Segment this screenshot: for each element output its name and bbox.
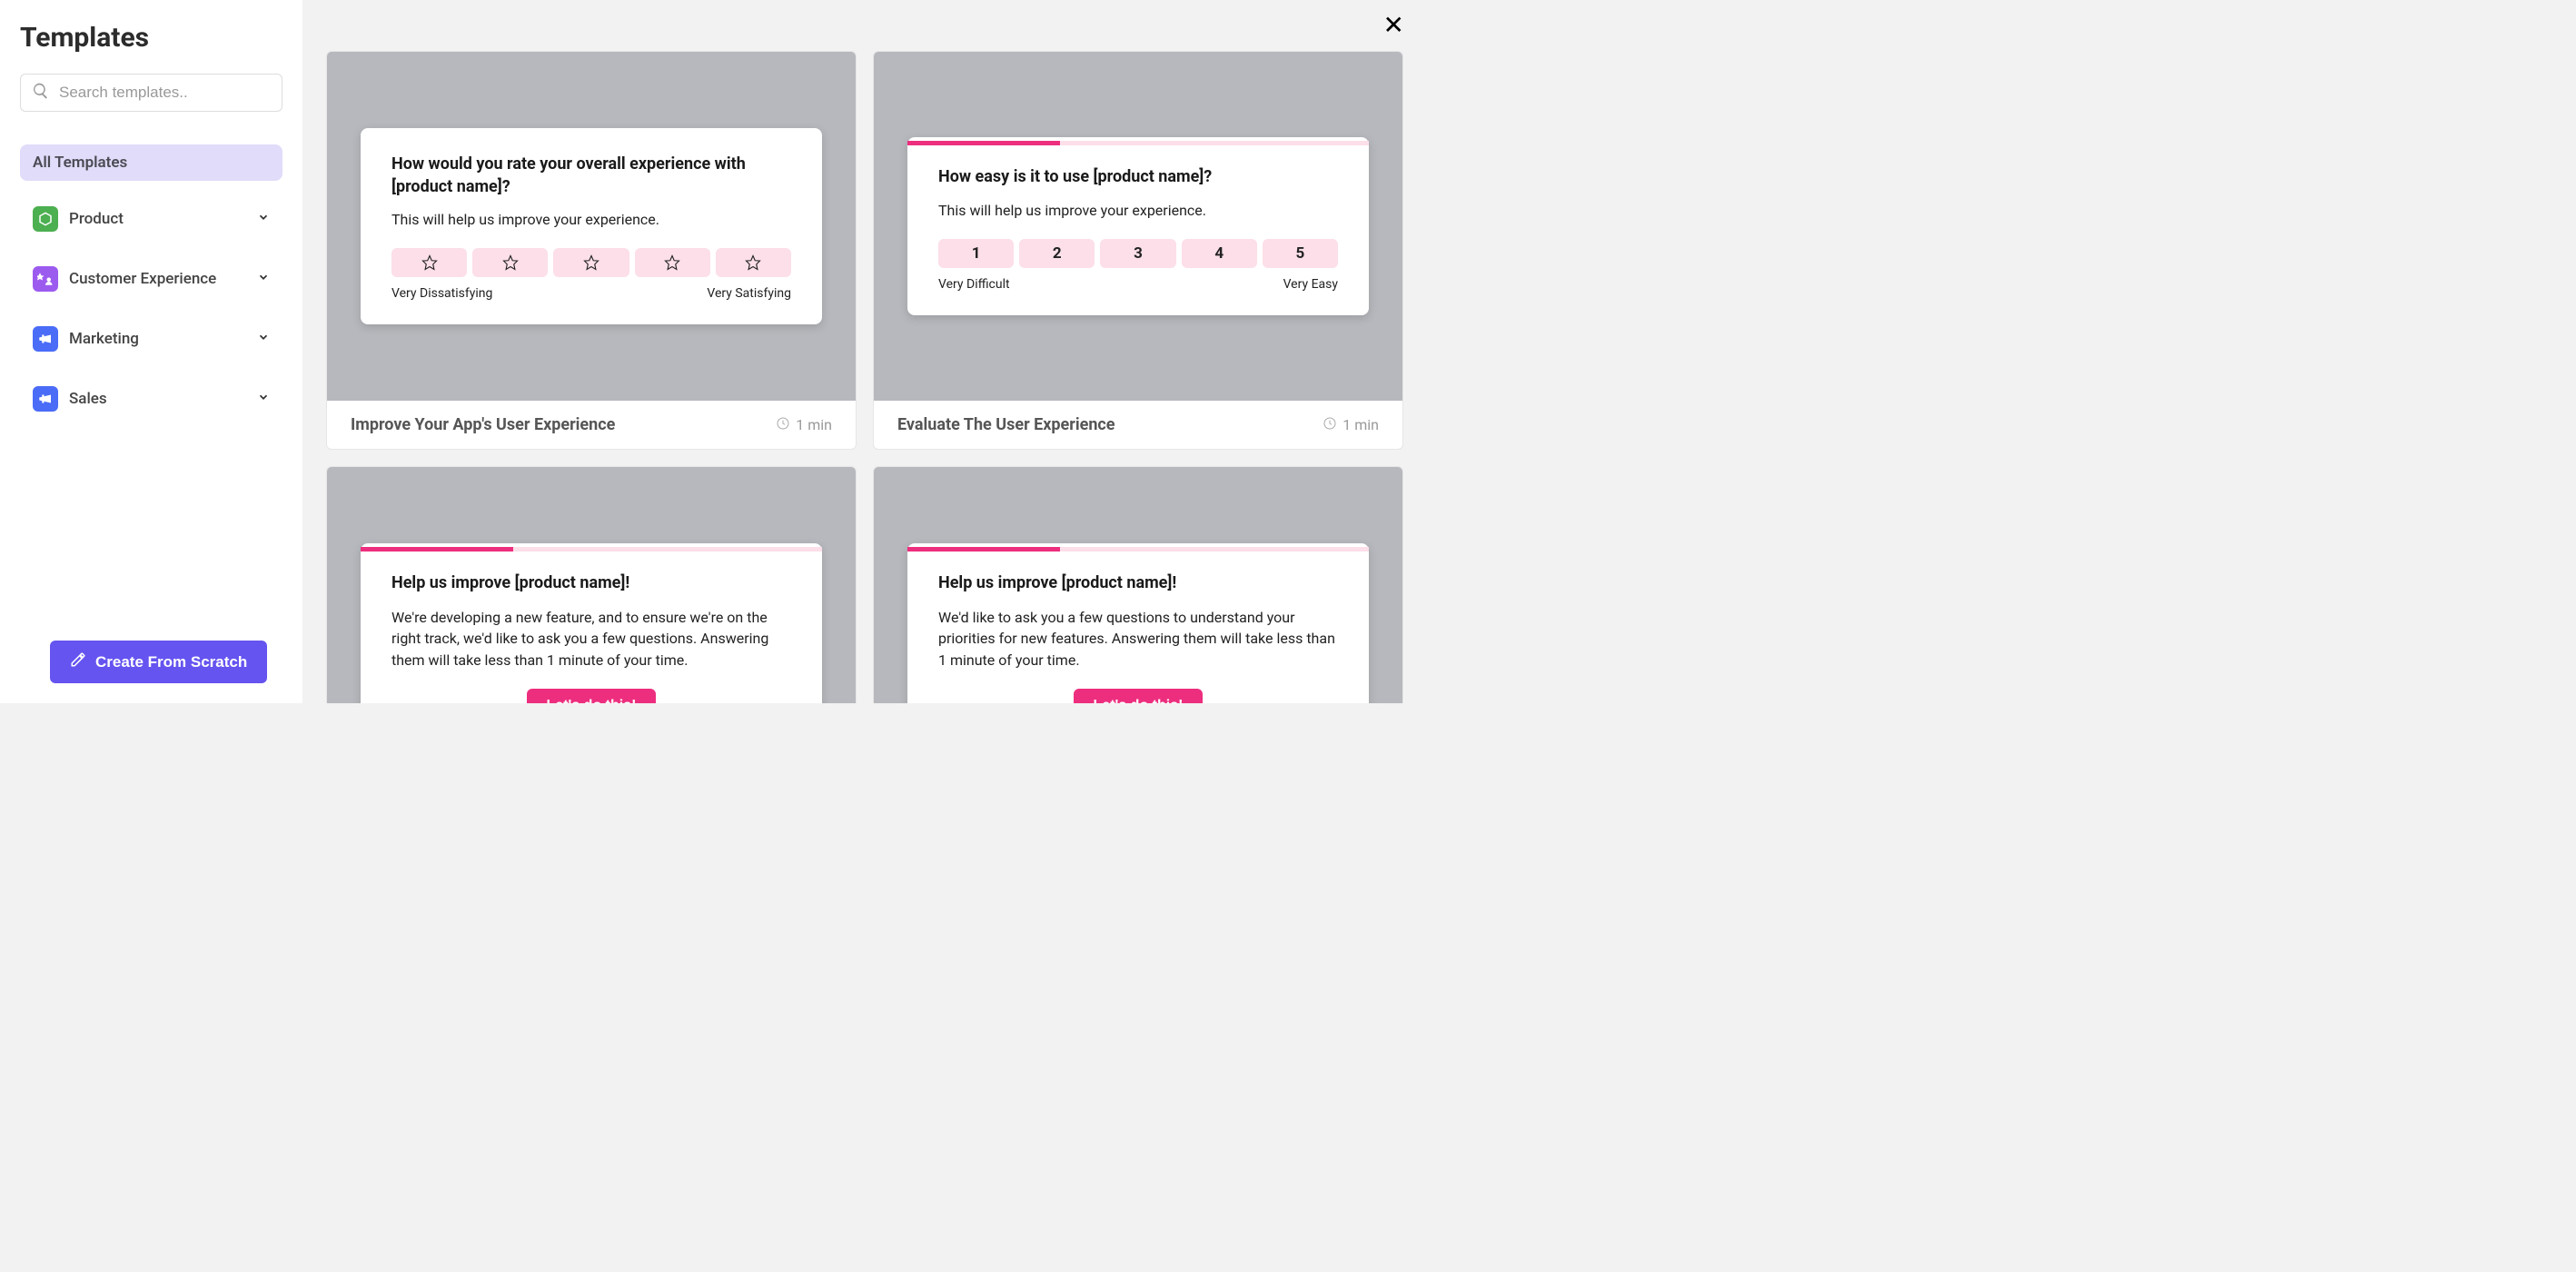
survey-preview: Help us improve [product name]! We're de… <box>361 543 822 703</box>
number-option[interactable]: 2 <box>1019 239 1095 268</box>
chevron-down-icon <box>257 211 270 227</box>
sidebar-item-all-templates[interactable]: All Templates <box>20 144 282 181</box>
template-card[interactable]: How would you rate your overall experien… <box>326 51 857 450</box>
rating-high-label: Very Easy <box>1283 277 1338 292</box>
template-duration: 1 min <box>776 416 832 434</box>
survey-description: We'd like to ask you a few questions to … <box>938 607 1338 671</box>
number-option[interactable]: 3 <box>1100 239 1175 268</box>
template-preview: Help us improve [product name]! We're de… <box>327 467 856 703</box>
star-option[interactable] <box>635 248 710 277</box>
chevron-down-icon <box>257 331 270 347</box>
progress-bar-fill <box>907 547 1060 552</box>
star-option[interactable] <box>716 248 791 277</box>
clock-icon <box>776 416 790 434</box>
duration-text: 1 min <box>1342 416 1379 433</box>
search-icon <box>32 82 59 104</box>
number-option[interactable]: 1 <box>938 239 1014 268</box>
create-from-scratch-button[interactable]: Create From Scratch <box>50 641 267 683</box>
template-preview: How would you rate your overall experien… <box>327 52 856 401</box>
template-preview: How easy is it to use [product name]? Th… <box>874 52 1402 401</box>
template-card[interactable]: Help us improve [product name]! We're de… <box>326 466 857 703</box>
survey-preview: Help us improve [product name]! We'd lik… <box>907 543 1369 703</box>
megaphone-icon <box>33 326 58 352</box>
star-rating <box>391 248 791 277</box>
sidebar-item-product[interactable]: Product <box>20 197 282 241</box>
template-card[interactable]: How easy is it to use [product name]? Th… <box>873 51 1403 450</box>
sidebar-item-label: Sales <box>69 390 257 408</box>
template-title: Improve Your App's User Experience <box>351 415 615 434</box>
survey-preview: How would you rate your overall experien… <box>361 128 822 324</box>
close-icon[interactable]: ✕ <box>1383 13 1404 38</box>
chevron-down-icon <box>257 391 270 407</box>
star-option[interactable] <box>391 248 467 277</box>
rating-low-label: Very Dissatisfying <box>391 286 492 301</box>
template-duration: 1 min <box>1323 416 1379 434</box>
sidebar-item-label: Customer Experience <box>69 270 257 288</box>
sidebar-item-label: All Templates <box>33 154 270 172</box>
sidebar: Templates All Templates Product Customer… <box>0 0 302 703</box>
survey-question: Help us improve [product name]! <box>938 572 1338 594</box>
number-rating: 1 2 3 4 5 <box>938 239 1338 268</box>
survey-question: How easy is it to use [product name]? <box>938 166 1338 188</box>
chevron-down-icon <box>257 271 270 287</box>
survey-question: Help us improve [product name]! <box>391 572 791 594</box>
survey-preview: How easy is it to use [product name]? Th… <box>907 137 1369 314</box>
user-star-icon <box>33 266 58 292</box>
survey-subtitle: This will help us improve your experienc… <box>938 202 1338 219</box>
survey-cta-button[interactable]: Let's do this! <box>1074 689 1204 703</box>
box-icon <box>33 206 58 232</box>
progress-bar-fill <box>907 141 1060 145</box>
search-input[interactable] <box>59 84 271 102</box>
survey-question: How would you rate your overall experien… <box>391 154 791 198</box>
sidebar-item-sales[interactable]: Sales <box>20 377 282 421</box>
star-option[interactable] <box>472 248 548 277</box>
sidebar-item-customer-experience[interactable]: Customer Experience <box>20 257 282 301</box>
sidebar-item-label: Product <box>69 210 257 228</box>
survey-subtitle: This will help us improve your experienc… <box>391 211 791 228</box>
template-title: Evaluate The User Experience <box>897 415 1115 434</box>
create-button-label: Create From Scratch <box>95 653 247 671</box>
megaphone-icon <box>33 386 58 412</box>
search-input-wrap[interactable] <box>20 74 282 112</box>
star-option[interactable] <box>553 248 629 277</box>
survey-description: We're developing a new feature, and to e… <box>391 607 791 671</box>
number-option[interactable]: 5 <box>1263 239 1338 268</box>
sidebar-item-marketing[interactable]: Marketing <box>20 317 282 361</box>
pencil-icon <box>70 651 86 672</box>
rating-high-label: Very Satisfying <box>707 286 791 301</box>
rating-low-label: Very Difficult <box>938 277 1010 292</box>
sidebar-item-label: Marketing <box>69 330 257 348</box>
template-card[interactable]: Help us improve [product name]! We'd lik… <box>873 466 1403 703</box>
duration-text: 1 min <box>796 416 832 433</box>
clock-icon <box>1323 416 1337 434</box>
survey-cta-button[interactable]: Let's do this! <box>527 689 657 703</box>
number-option[interactable]: 4 <box>1182 239 1257 268</box>
page-title: Templates <box>20 22 282 54</box>
template-preview: Help us improve [product name]! We'd lik… <box>874 467 1402 703</box>
progress-bar-fill <box>361 547 513 552</box>
main-content: ✕ How would you rate your overall experi… <box>302 0 1417 703</box>
